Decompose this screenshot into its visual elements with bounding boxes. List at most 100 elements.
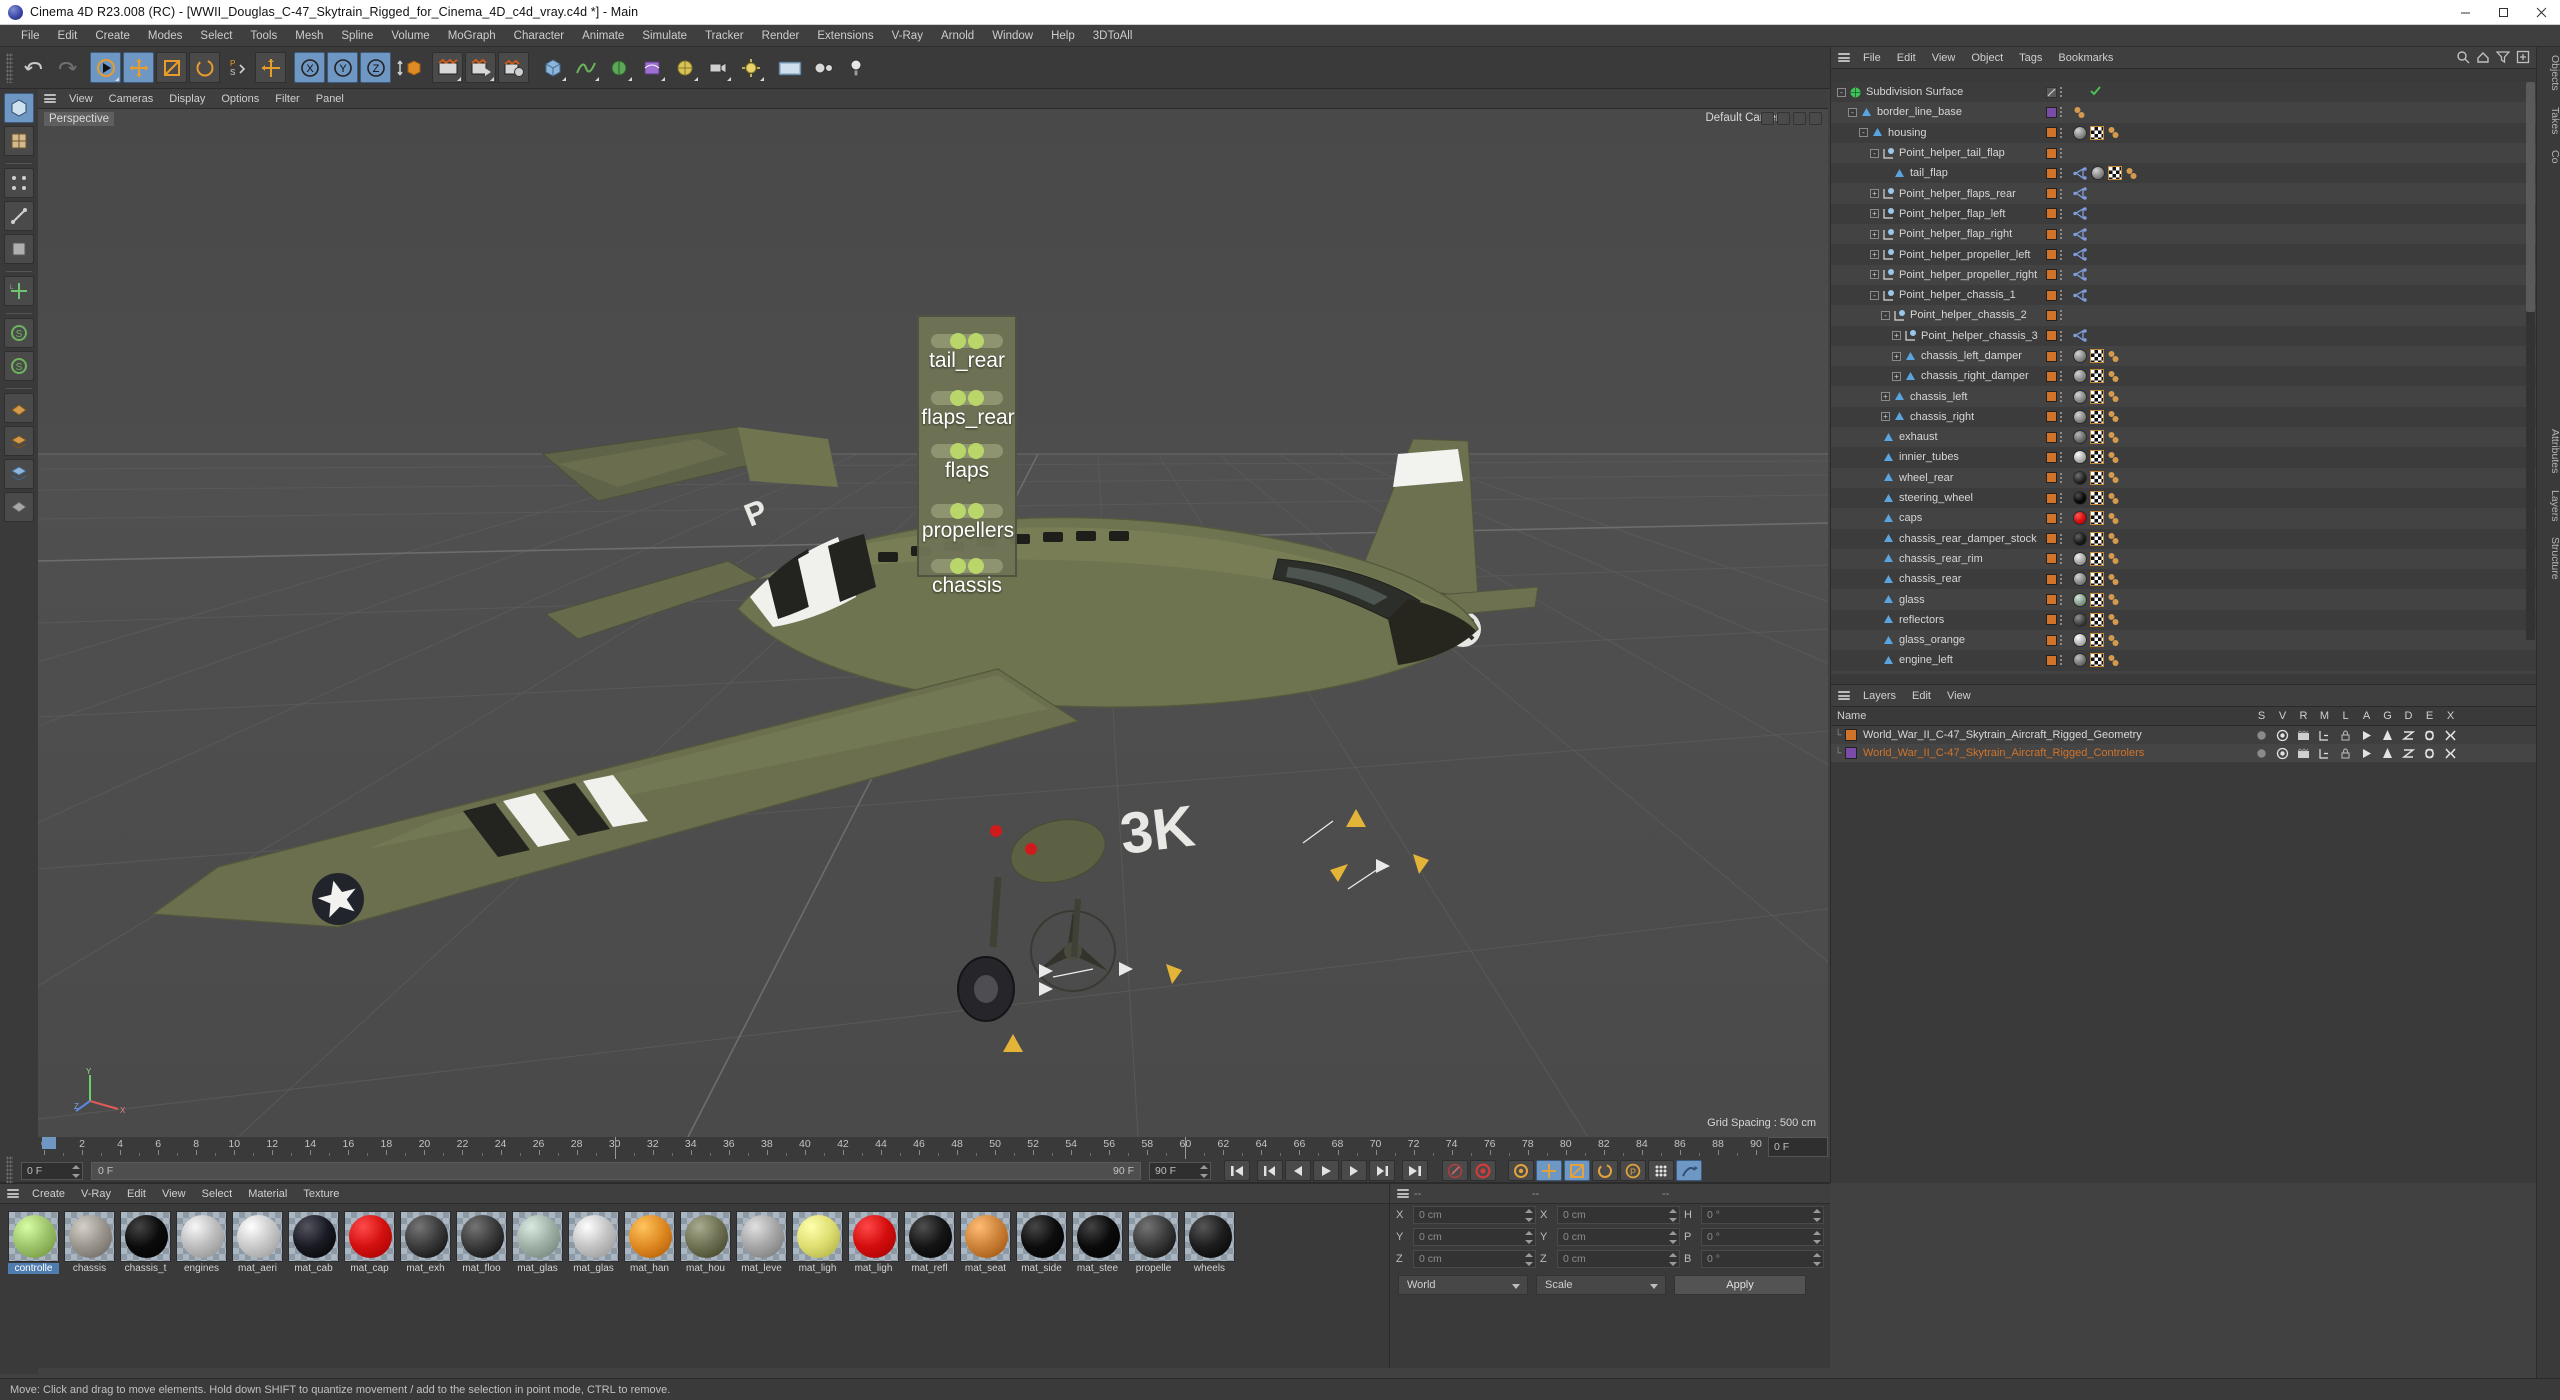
transform-mode-dropdown[interactable]: Scale bbox=[1536, 1275, 1666, 1295]
layer-color-swatch[interactable] bbox=[2046, 573, 2057, 585]
expand-toggle-icon[interactable]: + bbox=[1881, 412, 1890, 422]
locked-workplane-button[interactable] bbox=[4, 492, 34, 522]
object-row[interactable]: + Point_helper_propeller_left bbox=[1831, 244, 2536, 265]
scrollbar-thumb[interactable] bbox=[2526, 82, 2535, 312]
layers-menu-view[interactable]: View bbox=[1939, 686, 1979, 706]
viewport-single-view-icon[interactable] bbox=[1761, 111, 1774, 125]
close-button[interactable] bbox=[2522, 0, 2560, 25]
material-tag-icon[interactable] bbox=[2091, 166, 2105, 181]
layer-color-swatch[interactable] bbox=[2046, 127, 2057, 139]
object-row[interactable]: chassis_rear_damper_stock bbox=[1831, 528, 2536, 549]
animation-icon[interactable] bbox=[2356, 729, 2377, 742]
solo-icon[interactable] bbox=[2251, 729, 2272, 742]
layers-hamburger-icon[interactable] bbox=[1836, 689, 1852, 702]
material-tag-icon[interactable] bbox=[2073, 349, 2087, 363]
material-cell[interactable]: mat_ligh bbox=[848, 1211, 899, 1274]
add-cube-button[interactable] bbox=[537, 52, 568, 83]
points-mode-button[interactable] bbox=[4, 168, 34, 198]
stepper[interactable] bbox=[1525, 1231, 1533, 1244]
viewport-hamburger-icon[interactable] bbox=[42, 92, 58, 105]
expand-toggle-icon[interactable]: + bbox=[1892, 331, 1901, 341]
material-menu-edit[interactable]: Edit bbox=[119, 1184, 154, 1204]
material-tag-icon[interactable] bbox=[2073, 491, 2087, 506]
stepper[interactable] bbox=[1669, 1209, 1677, 1222]
frame-stepper[interactable] bbox=[72, 1164, 80, 1178]
world-object-axis-tool[interactable] bbox=[255, 52, 286, 83]
object-row[interactable]: cabin bbox=[1831, 670, 2536, 674]
stepper[interactable] bbox=[1813, 1253, 1821, 1266]
visibility-dots-icon[interactable] bbox=[2059, 106, 2063, 119]
generators-icon[interactable] bbox=[2377, 729, 2398, 742]
menu-extensions[interactable]: Extensions bbox=[808, 25, 882, 47]
render-flag-icon[interactable] bbox=[2073, 86, 2086, 99]
layer-color-swatch[interactable] bbox=[2046, 147, 2057, 159]
material-name[interactable]: mat_glas bbox=[512, 1263, 563, 1274]
layer-color-swatch[interactable] bbox=[2046, 330, 2057, 342]
tab-layers[interactable]: Layers bbox=[2537, 482, 2560, 530]
position-z-field[interactable]: 0 cm bbox=[1413, 1250, 1536, 1268]
undo-button[interactable] bbox=[18, 52, 49, 83]
material-name[interactable]: chassis_t bbox=[120, 1263, 171, 1274]
vray-tag-icon[interactable] bbox=[2125, 167, 2138, 180]
size-z-field[interactable]: 0 cm bbox=[1557, 1250, 1680, 1268]
uvw-tag-icon[interactable] bbox=[2090, 572, 2104, 587]
visibility-dots-icon[interactable] bbox=[2059, 86, 2063, 99]
object-row[interactable]: reflectors bbox=[1831, 609, 2536, 631]
rotation-p-field[interactable]: 0 ° bbox=[1701, 1228, 1824, 1246]
vray-tag-icon[interactable] bbox=[2107, 613, 2120, 626]
visibility-dots-icon[interactable] bbox=[2059, 431, 2063, 444]
timeline-frame-field[interactable]: 0 F bbox=[1768, 1137, 1828, 1157]
visibility-dots-icon[interactable] bbox=[2059, 187, 2063, 200]
stepper[interactable] bbox=[1525, 1253, 1533, 1266]
material-cell[interactable]: mat_leve bbox=[736, 1211, 787, 1274]
menu-animate[interactable]: Animate bbox=[573, 25, 633, 47]
material-menu-material[interactable]: Material bbox=[240, 1184, 295, 1204]
object-row[interactable]: - Point_helper_tail_flap bbox=[1831, 142, 2536, 164]
object-menu-edit[interactable]: Edit bbox=[1889, 48, 1924, 68]
uvw-tag-icon[interactable] bbox=[2090, 369, 2104, 384]
lock-y-axis-button[interactable]: Y bbox=[327, 52, 358, 83]
apply-button[interactable]: Apply bbox=[1674, 1275, 1806, 1295]
menu-volume[interactable]: Volume bbox=[382, 25, 438, 47]
object-menu-file[interactable]: File bbox=[1855, 48, 1889, 68]
object-name[interactable]: Point_helper_tail_flap bbox=[1899, 147, 2005, 159]
material-name[interactable]: mat_side bbox=[1016, 1263, 1067, 1274]
visibility-dots-icon[interactable] bbox=[2059, 451, 2063, 464]
vray-tag-icon[interactable] bbox=[2107, 573, 2120, 586]
visibility-dots-icon[interactable] bbox=[2059, 390, 2063, 403]
object-row[interactable]: engine_left bbox=[1831, 650, 2536, 671]
solo-icon[interactable] bbox=[2251, 747, 2272, 760]
material-cell[interactable]: chassis bbox=[64, 1211, 115, 1274]
visibility-dots-icon[interactable] bbox=[2059, 167, 2063, 180]
material-tag-icon[interactable] bbox=[2073, 592, 2087, 607]
visibility-dots-icon[interactable] bbox=[2059, 268, 2063, 281]
generators-icon[interactable] bbox=[2377, 747, 2398, 760]
viewport-menu-filter[interactable]: Filter bbox=[267, 89, 307, 109]
visibility-dots-icon[interactable] bbox=[2059, 552, 2063, 565]
stepper[interactable] bbox=[1669, 1231, 1677, 1244]
object-row[interactable]: + chassis_right bbox=[1831, 406, 2536, 428]
axis-mode-button[interactable]: L bbox=[4, 276, 34, 306]
enable-axis-button[interactable]: S bbox=[4, 318, 34, 348]
object-name[interactable]: innier_tubes bbox=[1899, 451, 1959, 463]
object-row[interactable]: exhaust bbox=[1831, 427, 2536, 448]
render-region-button[interactable] bbox=[465, 52, 496, 83]
object-row[interactable]: - border_line_base bbox=[1831, 102, 2536, 123]
menu-help[interactable]: Help bbox=[1042, 25, 1084, 47]
object-name[interactable]: housing bbox=[1888, 127, 1927, 139]
tab-objects[interactable]: Objects bbox=[2537, 47, 2560, 99]
collapse-toggle-icon[interactable]: - bbox=[1837, 87, 1846, 97]
material-name[interactable]: propelle bbox=[1128, 1263, 1179, 1274]
lock-z-axis-button[interactable]: Z bbox=[360, 52, 391, 83]
layer-color-swatch[interactable] bbox=[2046, 594, 2057, 606]
object-name[interactable]: wheel_rear bbox=[1899, 472, 1953, 484]
menu-create[interactable]: Create bbox=[86, 25, 139, 47]
visibility-dots-icon[interactable] bbox=[2059, 410, 2063, 423]
menu-arnold[interactable]: Arnold bbox=[932, 25, 983, 47]
vray-tag-icon[interactable] bbox=[2107, 390, 2120, 403]
hud-toggle-button[interactable] bbox=[774, 52, 805, 83]
record-active-objects-button[interactable] bbox=[1470, 1160, 1496, 1181]
viewport-perspective-label[interactable]: Perspective bbox=[44, 112, 115, 126]
menu-tools[interactable]: Tools bbox=[241, 25, 286, 47]
collapse-toggle-icon[interactable]: - bbox=[1870, 290, 1879, 300]
